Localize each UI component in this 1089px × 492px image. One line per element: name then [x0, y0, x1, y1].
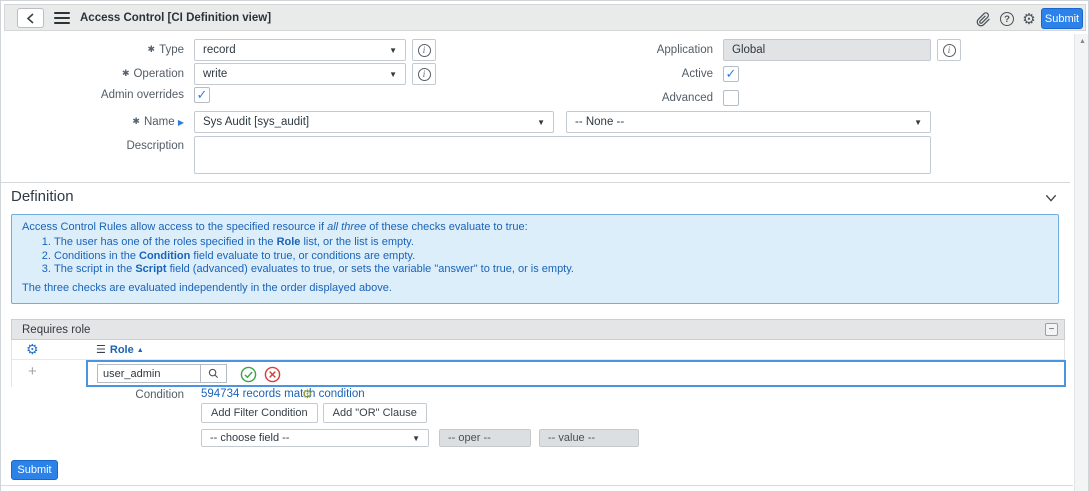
personalize-list-gear-icon[interactable]: ⚙	[26, 342, 39, 356]
info-icon: i	[418, 68, 431, 81]
application-info-button[interactable]: i	[937, 39, 961, 61]
back-button[interactable]	[17, 8, 44, 28]
admin-overrides-checkbox[interactable]: ✓	[194, 87, 210, 103]
check-icon: ✓	[726, 67, 737, 80]
related-field-select[interactable]: -- None --▼	[566, 111, 931, 133]
role-edit-row: +	[12, 360, 1064, 387]
name-label: ✱Name ▶	[1, 111, 184, 134]
check-circle-icon	[240, 366, 257, 383]
save-row-button[interactable]	[240, 366, 257, 383]
collapse-section-chevron-icon[interactable]	[1043, 190, 1059, 206]
access-control-info-box: Access Control Rules allow access to the…	[11, 214, 1059, 304]
chevron-left-icon	[26, 13, 35, 24]
application-label: Application	[521, 39, 713, 61]
settings-gear-icon[interactable]: ⚙	[1020, 10, 1038, 28]
sort-ascending-icon: ▲	[137, 347, 144, 354]
requires-role-section: Requires role − ⚙ ☰Role▲ +	[11, 319, 1065, 387]
list-column-header-row: ⚙ ☰Role▲	[12, 340, 1064, 360]
add-or-clause-button[interactable]: Add "OR" Clause	[323, 403, 427, 423]
condition-label: Condition	[1, 388, 184, 402]
role-column-header[interactable]: ☰Role▲	[96, 343, 144, 356]
add-filter-condition-button[interactable]: Add Filter Condition	[201, 403, 318, 423]
advanced-checkbox[interactable]	[723, 90, 739, 106]
operation-info-button[interactable]: i	[412, 63, 436, 85]
cancel-row-button[interactable]	[264, 366, 281, 383]
form-header-bar: Access Control [CI Definition view] ? ⚙ …	[4, 4, 1086, 31]
condition-builder-toggle-icon[interactable]: ⚙	[302, 388, 313, 400]
advanced-label: Advanced	[521, 90, 713, 106]
more-info-link[interactable]: More Info	[22, 302, 68, 305]
application-field[interactable]: Global	[723, 39, 931, 61]
attachment-icon[interactable]	[974, 10, 992, 28]
info-rule-3: The script in the Script field (advanced…	[54, 263, 1048, 277]
caret-down-icon: ▼	[914, 118, 922, 127]
access-control-form-page: Access Control [CI Definition view] ? ⚙ …	[0, 0, 1089, 492]
required-icon: ✱	[122, 68, 130, 78]
vertical-scrollbar[interactable]: ▲	[1074, 34, 1089, 492]
definition-section-title: Definition	[11, 188, 74, 205]
admin-overrides-label: Admin overrides	[1, 87, 184, 103]
type-label: ✱Type	[1, 39, 184, 61]
check-icon: ✓	[197, 88, 208, 101]
caret-down-icon: ▼	[537, 118, 545, 127]
info-rule-1: The user has one of the roles specified …	[54, 236, 1048, 250]
type-select[interactable]: record▼	[194, 39, 406, 61]
add-row-plus-icon[interactable]: +	[28, 364, 37, 379]
requires-role-header: Requires role −	[11, 319, 1065, 340]
collapse-list-button[interactable]: −	[1045, 323, 1058, 336]
scroll-up-arrow-icon[interactable]: ▲	[1075, 38, 1089, 45]
submit-button-footer[interactable]: Submit	[11, 460, 58, 480]
info-icon: i	[943, 44, 956, 57]
role-edit-cell	[86, 360, 1066, 387]
role-input[interactable]	[97, 364, 201, 383]
value-field-disabled: -- value --	[539, 429, 639, 447]
choose-field-select[interactable]: -- choose field --▼	[201, 429, 429, 447]
role-lookup-button[interactable]	[201, 364, 227, 383]
caret-down-icon: ▼	[389, 46, 397, 55]
x-circle-icon	[264, 366, 281, 383]
search-icon	[208, 368, 219, 379]
required-icon: ✱	[132, 116, 140, 126]
description-textarea[interactable]	[194, 136, 931, 174]
menu-icon[interactable]	[54, 12, 70, 24]
caret-down-icon: ▼	[412, 434, 420, 443]
operator-field-disabled: -- oper --	[439, 429, 531, 447]
help-icon[interactable]: ?	[998, 10, 1016, 28]
page-title: Access Control [CI Definition view]	[80, 5, 271, 32]
active-label: Active	[521, 66, 713, 82]
reference-expand-icon[interactable]: ▶	[178, 118, 184, 127]
records-match-link[interactable]: 594734 records match condition	[201, 388, 365, 400]
section-divider	[1, 182, 1070, 183]
info-icon: i	[418, 44, 431, 57]
caret-down-icon: ▼	[389, 70, 397, 79]
required-icon: ✱	[148, 44, 156, 54]
column-menu-icon: ☰	[96, 344, 106, 356]
type-info-button[interactable]: i	[412, 39, 436, 61]
name-select[interactable]: Sys Audit [sys_audit]▼	[194, 111, 554, 133]
active-checkbox[interactable]: ✓	[723, 66, 739, 82]
operation-select[interactable]: write▼	[194, 63, 406, 85]
footer-divider	[1, 485, 1073, 486]
info-rule-2: Conditions in the Condition field evalua…	[54, 250, 1048, 264]
submit-button-header[interactable]: Submit	[1041, 8, 1083, 29]
description-label: Description	[1, 139, 184, 153]
operation-label: ✱Operation	[1, 63, 184, 85]
